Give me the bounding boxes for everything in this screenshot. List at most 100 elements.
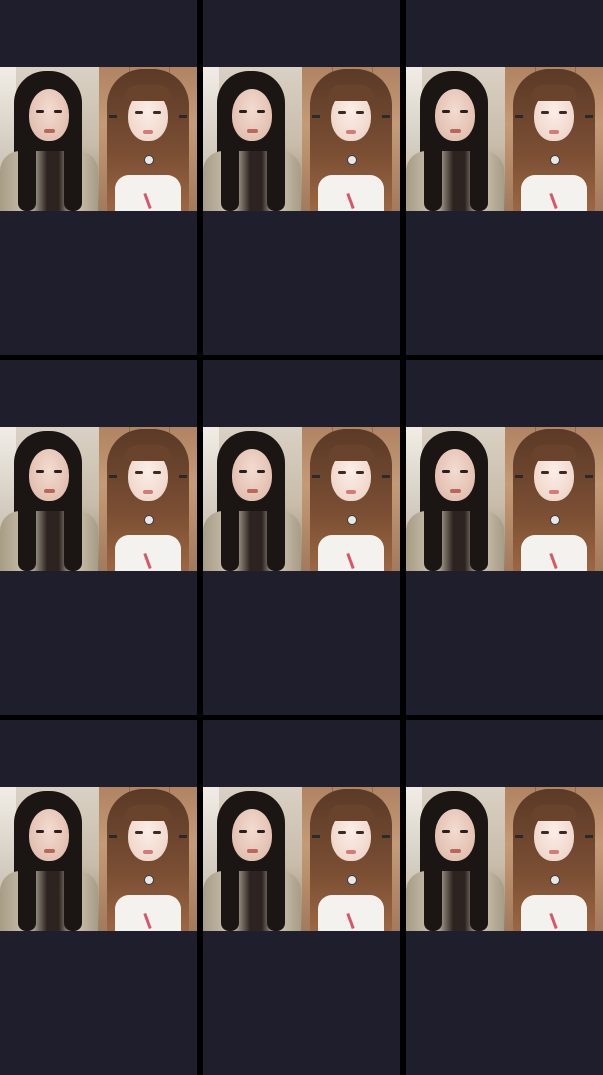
video-tile-6[interactable] bbox=[406, 360, 603, 715]
eye bbox=[460, 830, 468, 833]
hair-strand bbox=[424, 487, 442, 571]
hair-clip bbox=[584, 115, 593, 118]
hair-clip bbox=[311, 835, 320, 838]
lips bbox=[450, 849, 461, 853]
bangs bbox=[530, 805, 577, 821]
hair-clip bbox=[381, 115, 390, 118]
eye bbox=[54, 110, 62, 113]
split-screen-video-frame[interactable] bbox=[0, 67, 197, 211]
eye bbox=[152, 111, 161, 114]
eye bbox=[36, 110, 44, 113]
video-tile-4[interactable] bbox=[0, 360, 197, 715]
split-screen-video-frame[interactable] bbox=[406, 427, 603, 571]
right-streamer-video bbox=[301, 427, 400, 571]
left-streamer-video bbox=[406, 787, 505, 931]
hair-clip bbox=[178, 475, 187, 478]
eye bbox=[337, 831, 346, 834]
eye bbox=[257, 830, 265, 833]
left-streamer-video bbox=[406, 67, 505, 211]
bangs bbox=[530, 85, 577, 101]
lips bbox=[548, 490, 559, 494]
video-tile-3[interactable] bbox=[406, 0, 603, 355]
eye bbox=[355, 471, 364, 474]
left-streamer-video bbox=[203, 787, 302, 931]
necklace bbox=[549, 155, 560, 165]
jacket bbox=[203, 871, 301, 931]
hair-strand bbox=[470, 487, 488, 571]
eye bbox=[558, 471, 567, 474]
eye bbox=[540, 111, 549, 114]
eye bbox=[558, 831, 567, 834]
eye bbox=[540, 831, 549, 834]
split-screen-video-frame[interactable] bbox=[0, 427, 197, 571]
eye bbox=[152, 471, 161, 474]
lips bbox=[44, 489, 55, 493]
lips bbox=[548, 130, 559, 134]
hair-clip bbox=[108, 835, 117, 838]
left-streamer-video bbox=[0, 427, 99, 571]
jacket bbox=[0, 511, 98, 571]
eye bbox=[355, 111, 364, 114]
jacket bbox=[203, 151, 301, 211]
lips bbox=[345, 850, 356, 854]
right-streamer-video bbox=[504, 787, 603, 931]
video-tile-5[interactable] bbox=[203, 360, 400, 715]
split-screen-video-frame[interactable] bbox=[0, 787, 197, 931]
right-streamer-video bbox=[301, 787, 400, 931]
hair-strand bbox=[424, 847, 442, 931]
video-tile-7[interactable] bbox=[0, 720, 197, 1075]
hair-clip bbox=[381, 835, 390, 838]
split-screen-video-frame[interactable] bbox=[203, 67, 400, 211]
lips bbox=[345, 490, 356, 494]
lips bbox=[44, 129, 55, 133]
jacket bbox=[406, 511, 504, 571]
hair-clip bbox=[584, 835, 593, 838]
bangs bbox=[327, 445, 374, 461]
hair-clip bbox=[311, 115, 320, 118]
split-screen-video-frame[interactable] bbox=[203, 427, 400, 571]
split-screen-video-frame[interactable] bbox=[406, 67, 603, 211]
left-streamer-video bbox=[0, 67, 99, 211]
video-tile-2[interactable] bbox=[203, 0, 400, 355]
hair-strand bbox=[470, 127, 488, 211]
jacket bbox=[203, 511, 301, 571]
face bbox=[435, 89, 475, 141]
necklace bbox=[143, 875, 154, 885]
hair-clip bbox=[381, 475, 390, 478]
bangs bbox=[124, 805, 171, 821]
lips bbox=[450, 489, 461, 493]
hair-strand bbox=[267, 487, 285, 571]
eye bbox=[134, 471, 143, 474]
lips bbox=[247, 489, 258, 493]
hair-clip bbox=[514, 475, 523, 478]
bangs bbox=[124, 445, 171, 461]
face bbox=[29, 809, 69, 861]
eye bbox=[355, 831, 364, 834]
face bbox=[232, 449, 272, 501]
hair-strand bbox=[267, 847, 285, 931]
right-streamer-video bbox=[301, 67, 400, 211]
face bbox=[29, 89, 69, 141]
hair-strand bbox=[267, 127, 285, 211]
hair-strand bbox=[18, 487, 36, 571]
eye bbox=[558, 111, 567, 114]
video-tile-8[interactable] bbox=[203, 720, 400, 1075]
right-streamer-video bbox=[98, 787, 197, 931]
bangs bbox=[327, 85, 374, 101]
eye bbox=[54, 830, 62, 833]
lips bbox=[450, 129, 461, 133]
eye bbox=[152, 831, 161, 834]
split-screen-video-frame[interactable] bbox=[406, 787, 603, 931]
eye bbox=[134, 111, 143, 114]
eye bbox=[36, 470, 44, 473]
eye bbox=[460, 110, 468, 113]
video-tile-9[interactable] bbox=[406, 720, 603, 1075]
hair-strand bbox=[18, 847, 36, 931]
face bbox=[435, 449, 475, 501]
hair-strand bbox=[221, 847, 239, 931]
split-screen-video-frame[interactable] bbox=[203, 787, 400, 931]
lips bbox=[142, 490, 153, 494]
hair-strand bbox=[221, 487, 239, 571]
video-tile-1[interactable] bbox=[0, 0, 197, 355]
face bbox=[232, 89, 272, 141]
